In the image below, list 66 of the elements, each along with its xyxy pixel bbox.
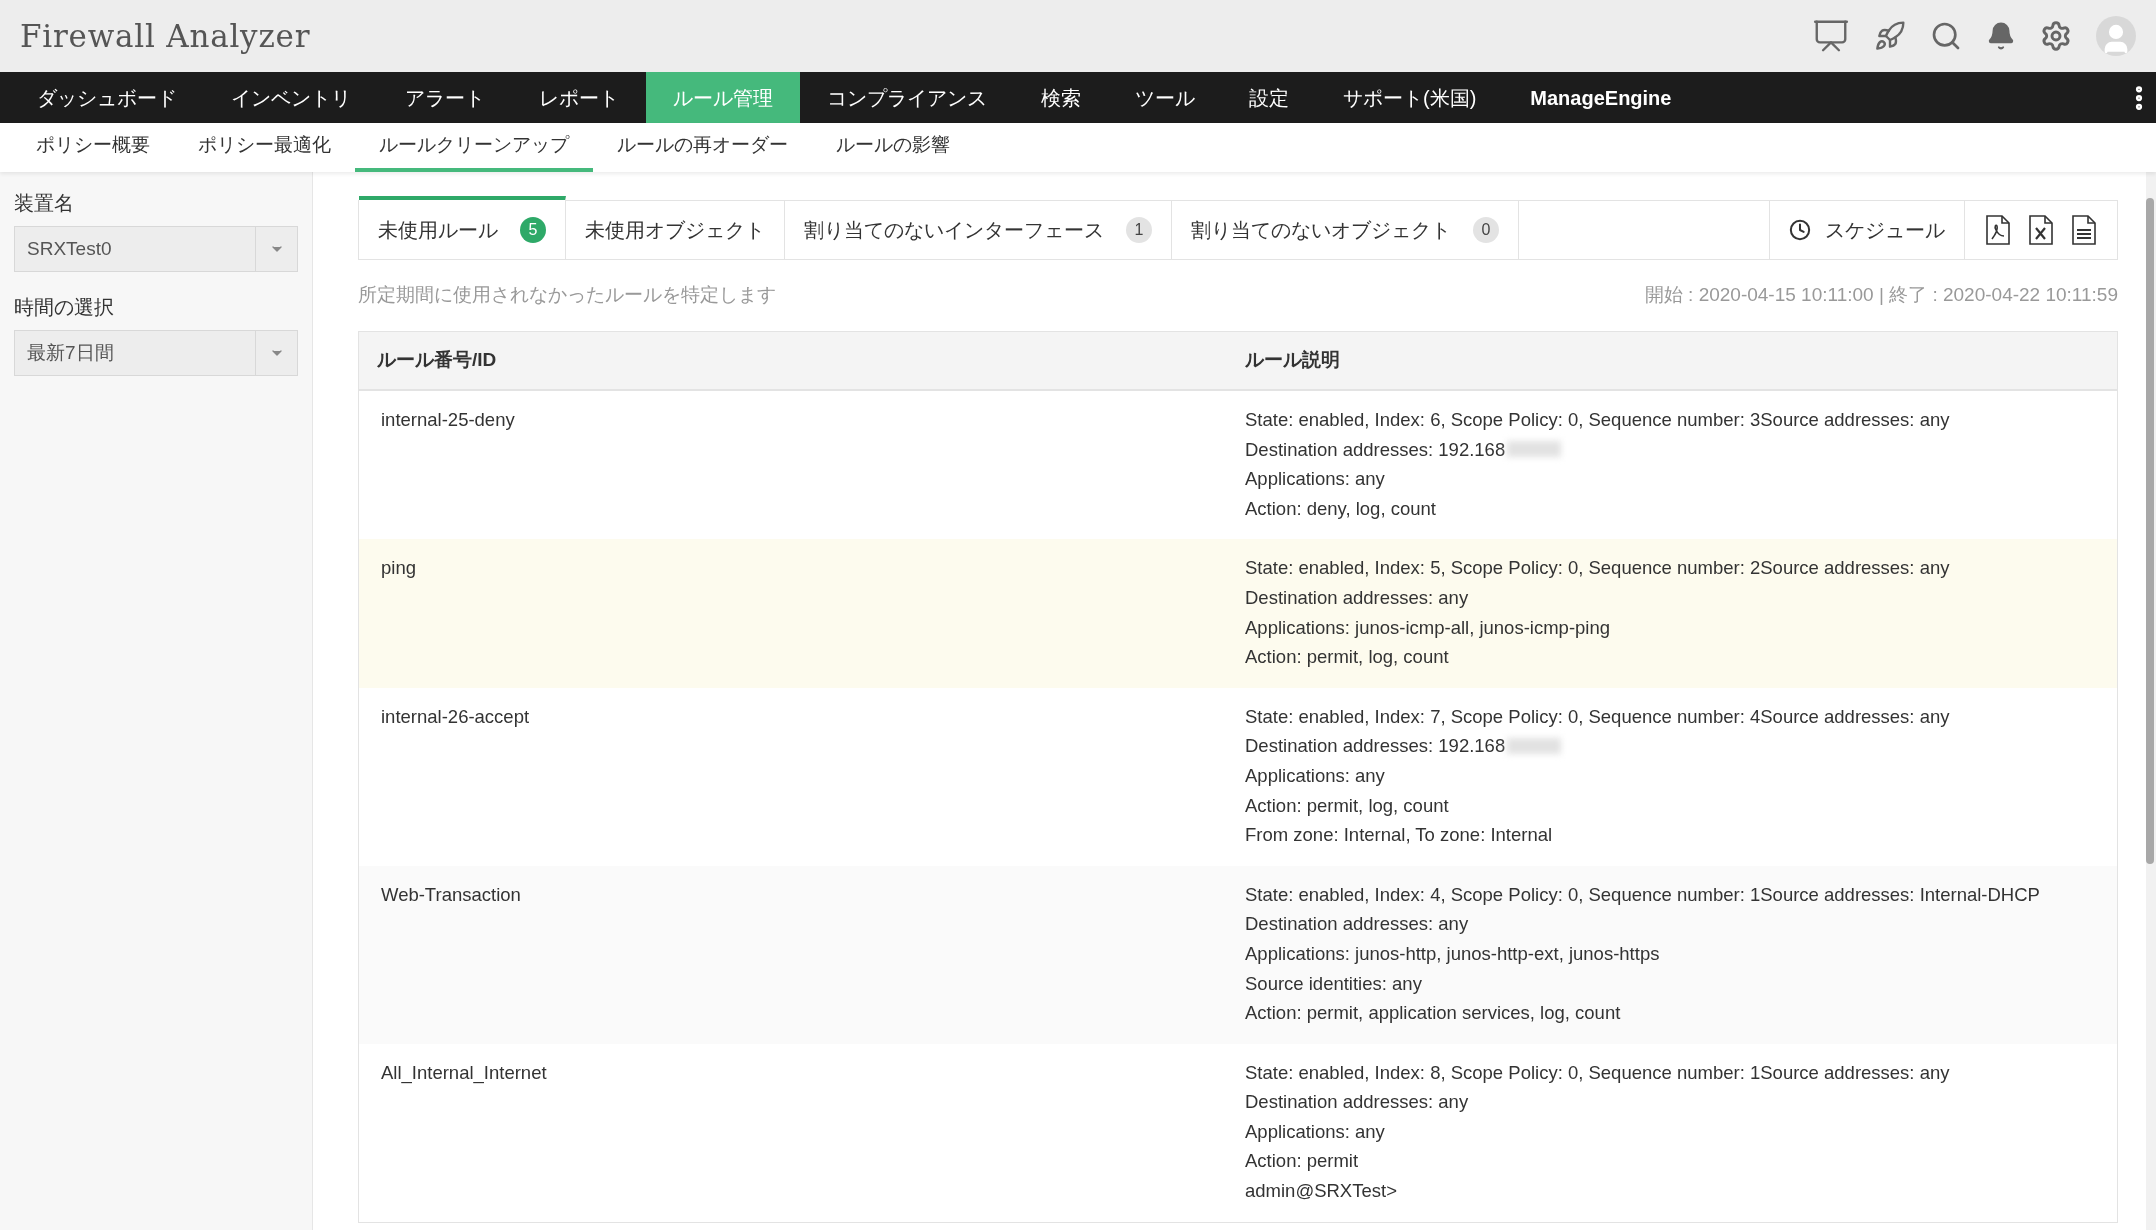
table-cell-text: State: enabled, Index: 5, Scope Policy: 0, Sequence number: 2Source addresses: any — [1245, 556, 1950, 581]
column-header: ルール番号/ID — [376, 348, 498, 373]
sub-nav-tab[interactable]: ポリシー最適化 — [174, 123, 355, 172]
nav-tab[interactable]: ダッシュボード — [10, 72, 204, 123]
search-icon[interactable] — [1930, 20, 1962, 52]
period-text: 開始 : 2020-04-15 10:11:00 | 終了 : 2020-04-22 10:11:59 — [1644, 283, 2118, 308]
table-cell-text: Source identities: any — [1245, 971, 1422, 996]
nav-tab[interactable]: コンプライアンス — [800, 72, 1014, 123]
rocket-icon[interactable] — [1874, 20, 1906, 52]
table-cell-text: State: enabled, Index: 4, Scope Policy: 0, Sequence number: 1Source addresses: Internal-DHCP — [1245, 882, 2040, 907]
table-cell-text: Action: permit, log, count — [1245, 645, 1449, 670]
table-cell-text: Action: permit — [1245, 1149, 1359, 1174]
clock-icon — [1789, 219, 1811, 241]
table-cell-text: Action: deny, log, count — [1245, 496, 1436, 521]
nav-tab[interactable]: ManageEngine — [1503, 72, 1699, 123]
excel-export-icon[interactable] — [2028, 215, 2054, 245]
table-cell-text: ping — [380, 556, 417, 581]
table-cell-text: Applications: any — [1245, 467, 1385, 492]
column-header: ルール説明 — [1244, 348, 1340, 373]
nav-tab[interactable]: レポート — [512, 72, 646, 123]
csv-export-icon[interactable] — [2071, 215, 2097, 245]
table-cell-text: admin@SRXTest> — [1245, 1179, 1397, 1204]
table-cell-text: Destination addresses: 192.168 — [1245, 437, 1506, 462]
table-cell-text: Applications: junos-icmp-all, junos-icmp-ping — [1245, 615, 1610, 640]
table-cell-text: Applications: junos-http, junos-http-ext, junos-https — [1245, 941, 1660, 966]
sub-nav-tab[interactable]: ルールクリーンアップ — [355, 123, 593, 172]
table-cell-text: Applications: any — [1245, 763, 1385, 788]
table-cell-text: internal-25-deny — [380, 408, 516, 432]
schedule-button[interactable]: スケジュール — [1770, 201, 1965, 259]
nav-tab[interactable]: 検索 — [1014, 72, 1108, 123]
description-text: 所定期間に使用されなかったルールを特定します — [358, 283, 776, 308]
nav-tab[interactable]: インベントリ — [204, 72, 378, 123]
scrollbar-thumb[interactable] — [2146, 198, 2154, 864]
table-cell-text: Destination addresses: any — [1245, 912, 1469, 937]
tab[interactable]: 未使用ルール 5 — [359, 196, 566, 259]
table-cell-text: State: enabled, Index: 8, Scope Policy: 0, Sequence number: 1Source addresses: any — [1245, 1060, 1950, 1085]
app-title: Firewall Analyzer — [20, 16, 311, 56]
count-badge: 5 — [520, 216, 546, 243]
pdf-export-icon[interactable] — [1985, 215, 2011, 245]
table-cell-text: Action: permit, log, count — [1245, 793, 1449, 818]
table-cell-text: State: enabled, Index: 6, Scope Policy: 0, Sequence number: 3Source addresses: any — [1245, 408, 1950, 432]
field-label: 時間の選択 — [14, 295, 115, 320]
sub-nav-tab[interactable]: ポリシー概要 — [12, 123, 174, 172]
nav-tab[interactable]: アラート — [378, 72, 512, 123]
sub-nav-tab[interactable]: ルールの再オーダー — [593, 123, 812, 172]
field-label: 装置名 — [14, 191, 75, 216]
settings-icon[interactable] — [2040, 20, 2072, 52]
count-badge: 0 — [1473, 217, 1499, 243]
table-cell-text: Destination addresses: any — [1245, 1090, 1469, 1115]
table-cell-text: All_Internal_Internet — [380, 1060, 548, 1086]
sub-nav-tab[interactable]: ルールの影響 — [812, 123, 974, 172]
nav-tab[interactable]: 設定 — [1222, 72, 1316, 123]
table-cell-text: internal-26-accept — [380, 704, 531, 729]
select-field[interactable]: SRXTest0 — [14, 226, 298, 272]
table-cell-text: Web-Transaction — [380, 882, 522, 907]
table-cell-text: Applications: any — [1245, 1119, 1385, 1144]
table-cell-text: State: enabled, Index: 7, Scope Policy: 0, Sequence number: 4Source addresses: any — [1245, 704, 1950, 729]
count-badge: 1 — [1126, 217, 1152, 243]
table-cell-text: From zone: Internal, To zone: Internal — [1245, 823, 1553, 848]
table-cell-text: Destination addresses: any — [1245, 585, 1469, 610]
nav-tab[interactable]: サポート(米国) — [1316, 72, 1504, 123]
table-cell-text: Action: permit, application services, log, count — [1245, 1001, 1621, 1026]
nav-tab[interactable]: ツール — [1108, 72, 1222, 123]
table-cell-text: Destination addresses: 192.168 — [1245, 734, 1506, 759]
select-field[interactable]: 最新7日間 — [14, 330, 298, 376]
bell-icon[interactable] — [1986, 21, 2016, 51]
